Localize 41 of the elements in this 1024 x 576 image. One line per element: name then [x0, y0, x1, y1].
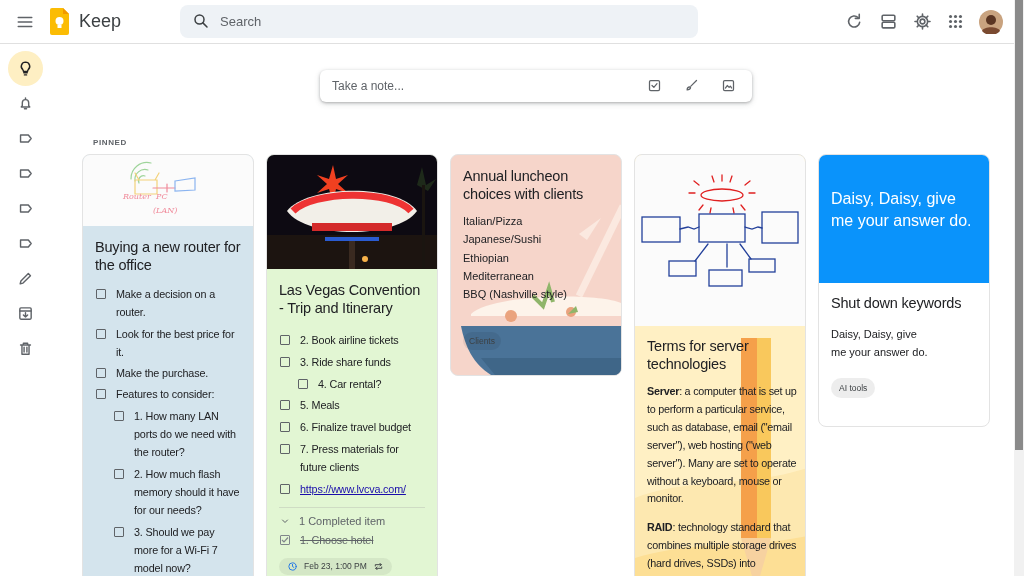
checklist-item: 5. Meals	[300, 398, 340, 414]
checklist-item: Look for the best price for it.	[116, 326, 236, 360]
note-line: BBQ (Nashville style)	[463, 287, 567, 303]
note-title: Buying a new router for the office	[95, 238, 241, 274]
link[interactable]: https://www.lvcva.com/	[300, 480, 406, 499]
checklist-item: 1. How many LAN ports do we need with the router?	[134, 408, 237, 461]
checklist-item: 3. Should we pay more for a Wi-Fi 7 model now?	[134, 524, 219, 576]
checklist-item: 2. Book airline tickets	[300, 333, 399, 348]
note-line: Ethiopian	[463, 250, 509, 266]
note-title: Terms for server technologies	[647, 337, 750, 373]
reminder-chip[interactable]: Feb 23, 1:00 PM	[279, 557, 392, 575]
checklist-item: 1. Choose hotel	[300, 533, 374, 549]
checklist-item: Features to consider:	[116, 387, 215, 403]
note-title: Las Vegas Convention - Trip and Itinerary	[279, 281, 422, 317]
checklist-item: 2. How much flash memory should it have for our needs?	[134, 466, 241, 519]
app-name: Keep	[79, 11, 122, 32]
note-title: Annual luncheon choices with clients	[463, 167, 585, 203]
note-card[interactable]: Daisy, Daisy, give me your answer do. Shut down keywords Daisy, Daisy, give me your answer do. AI tools	[818, 154, 990, 427]
take-note-field[interactable]: Take a note...	[320, 70, 752, 102]
search-field[interactable]: Search	[180, 5, 698, 38]
note-paragraph: RAID: technology standard that combines multiple storage drives (hard drives, SSDs) into	[647, 520, 797, 572]
label-chip[interactable]: AI tools	[831, 378, 876, 398]
completed-toggle[interactable]: 1 Completed item	[279, 515, 425, 528]
checklist-item: Make a decision on a router.	[116, 287, 217, 321]
checklist-item: 7. Press materials for future clients	[300, 442, 400, 476]
note-line: Mediterranean	[463, 268, 534, 284]
note-line: Italian/Pizza	[463, 214, 523, 229]
note-line: Daisy, Daisy, give	[831, 327, 917, 342]
sketch-label: (LAN)	[153, 206, 178, 215]
sketch-label: Router	[123, 192, 151, 201]
banner-text: Daisy, Daisy, give me your answer do.	[831, 190, 972, 229]
note-title: Shut down keywords	[831, 294, 963, 312]
section-title: PINNED	[93, 138, 127, 147]
checklist-item: 3. Ride share funds	[300, 354, 391, 370]
checklist-item: Make the purchase.	[116, 366, 209, 382]
note-card[interactable]: Annual luncheon choices with clients Italian/Pizza Japanese/Sushi Ethiopian Mediterranean BBQ (Nashville style) Clients	[450, 154, 622, 377]
sketch-label: PC	[156, 192, 168, 201]
note-line: me your answer do.	[831, 345, 928, 360]
checklist-item: 4. Car rental?	[318, 376, 382, 392]
checklist-item: 6. Finalize travel budget	[300, 420, 411, 436]
note-line: Japanese/Sushi	[463, 232, 542, 248]
